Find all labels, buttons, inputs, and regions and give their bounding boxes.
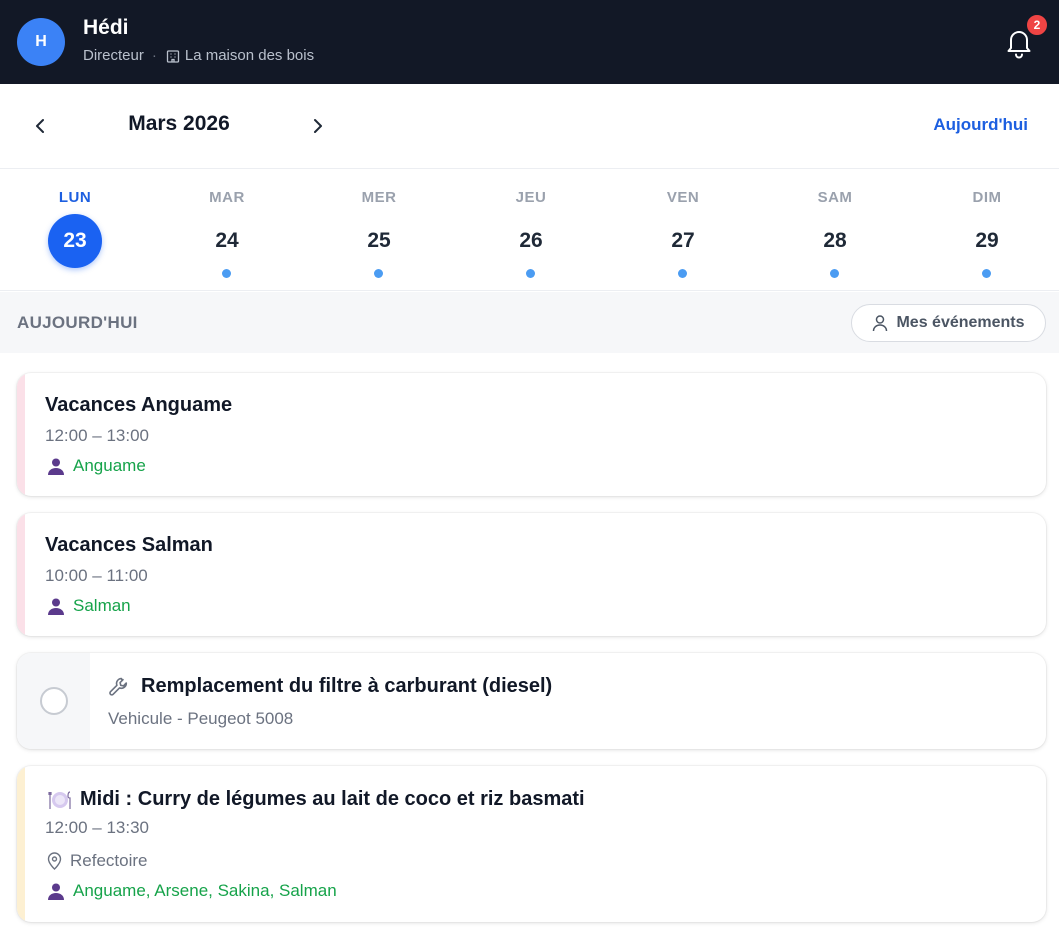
event-dot <box>374 269 383 278</box>
day-abbr: MAR <box>209 189 245 206</box>
day-number: 24 <box>215 229 239 252</box>
event-dot <box>830 269 839 278</box>
person-icon <box>48 458 64 475</box>
week-strip: LUN 23 MAR 24 MER 25 JEU 26 VEN 27 SAM 2… <box>0 170 1059 291</box>
day-tuesday[interactable]: MAR 24 <box>167 170 287 291</box>
next-month-button[interactable] <box>303 112 331 140</box>
wrench-icon <box>109 677 128 696</box>
meta-separator: · <box>151 47 157 64</box>
organization-name: La maison des bois <box>184 47 315 64</box>
day-monday[interactable]: LUN 23 <box>15 170 135 291</box>
day-abbr: VEN <box>666 189 700 206</box>
meal-header: Midi : Curry de légumes au lait de coco … <box>48 788 585 811</box>
section-header: AUJOURD'HUI Mes événements <box>0 292 1059 353</box>
map-pin-icon <box>47 852 62 870</box>
my-events-button[interactable]: Mes événements <box>851 304 1046 342</box>
organization: La maison des bois <box>165 47 314 64</box>
day-thursday[interactable]: JEU 26 <box>471 170 591 291</box>
task-title: Remplacement du filtre à carburant (dies… <box>141 675 553 697</box>
event-time: 12:00 – 13:30 <box>45 818 149 837</box>
day-abbr: SAM <box>817 189 853 206</box>
task-header: Remplacement du filtre à carburant (dies… <box>108 675 552 698</box>
day-number: 28 <box>823 229 847 252</box>
day-number: 27 <box>671 229 695 252</box>
event-time: 12:00 – 13:00 <box>45 426 149 445</box>
day-number: 29 <box>975 229 999 252</box>
day-abbr: LUN <box>58 189 92 206</box>
prev-month-button[interactable] <box>27 112 55 140</box>
user-name: Hédi <box>83 16 129 39</box>
chevron-left-icon <box>36 119 44 133</box>
month-title: Mars 2026 <box>128 112 230 135</box>
day-sunday[interactable]: DIM 29 <box>927 170 1047 291</box>
building-icon <box>166 49 180 63</box>
event-participants: Anguame <box>47 456 146 476</box>
day-abbr: MER <box>361 189 397 206</box>
meal-title: Midi : Curry de légumes au lait de coco … <box>80 788 585 810</box>
event-location: Refectoire <box>47 851 147 871</box>
event-color-stripe <box>17 513 25 636</box>
event-participants: Salman <box>47 596 131 616</box>
participants-names: Anguame, Arsene, Sakina, Salman <box>73 881 337 900</box>
event-dot <box>678 269 687 278</box>
my-events-label: Mes événements <box>896 314 1025 331</box>
day-abbr: DIM <box>972 189 1002 206</box>
task-card[interactable]: Remplacement du filtre à carburant (dies… <box>17 653 1046 749</box>
event-title: Vacances Anguame <box>45 394 233 416</box>
event-dot <box>982 269 991 278</box>
day-number: 26 <box>519 229 543 252</box>
event-dot <box>222 269 231 278</box>
event-participants: Anguame, Arsene, Sakina, Salman <box>47 881 337 901</box>
avatar[interactable]: H <box>17 18 65 66</box>
participants-names: Anguame <box>73 456 146 475</box>
day-wednesday[interactable]: MER 25 <box>319 170 439 291</box>
event-card[interactable]: Vacances Salman 10:00 – 11:00 Salman <box>17 513 1046 636</box>
event-dot <box>526 269 535 278</box>
event-color-stripe <box>17 373 25 496</box>
event-title: Vacances Salman <box>45 534 213 556</box>
notification-badge[interactable]: 2 <box>1025 13 1049 37</box>
app-header: H Hédi Directeur · La maison des bois 2 <box>0 0 1059 84</box>
section-title: AUJOURD'HUI <box>17 313 138 332</box>
chevron-right-icon <box>314 119 322 133</box>
event-card[interactable]: Vacances Anguame 12:00 – 13:00 Anguame <box>17 373 1046 496</box>
event-color-stripe <box>17 766 25 922</box>
event-time: 10:00 – 11:00 <box>45 566 148 585</box>
task-subtitle: Vehicule - Peugeot 5008 <box>108 709 294 728</box>
day-number: 25 <box>367 229 391 252</box>
day-friday[interactable]: VEN 27 <box>623 170 743 291</box>
location-name: Refectoire <box>70 851 148 870</box>
month-navigation: Mars 2026 Aujourd'hui <box>0 84 1059 169</box>
plate-icon <box>48 790 71 809</box>
user-role: Directeur <box>83 47 144 64</box>
meal-card[interactable]: Midi : Curry de légumes au lait de coco … <box>17 766 1046 922</box>
participants-names: Salman <box>73 596 131 615</box>
task-complete-checkbox[interactable] <box>40 687 68 715</box>
day-number: 23 <box>48 214 102 268</box>
today-button[interactable]: Aujourd'hui <box>933 115 1028 135</box>
person-icon <box>48 883 64 900</box>
person-icon <box>48 598 64 615</box>
user-meta: Directeur · La maison des bois <box>83 47 314 64</box>
day-abbr: JEU <box>515 189 547 206</box>
user-icon <box>873 315 888 332</box>
day-saturday[interactable]: SAM 28 <box>775 170 895 291</box>
